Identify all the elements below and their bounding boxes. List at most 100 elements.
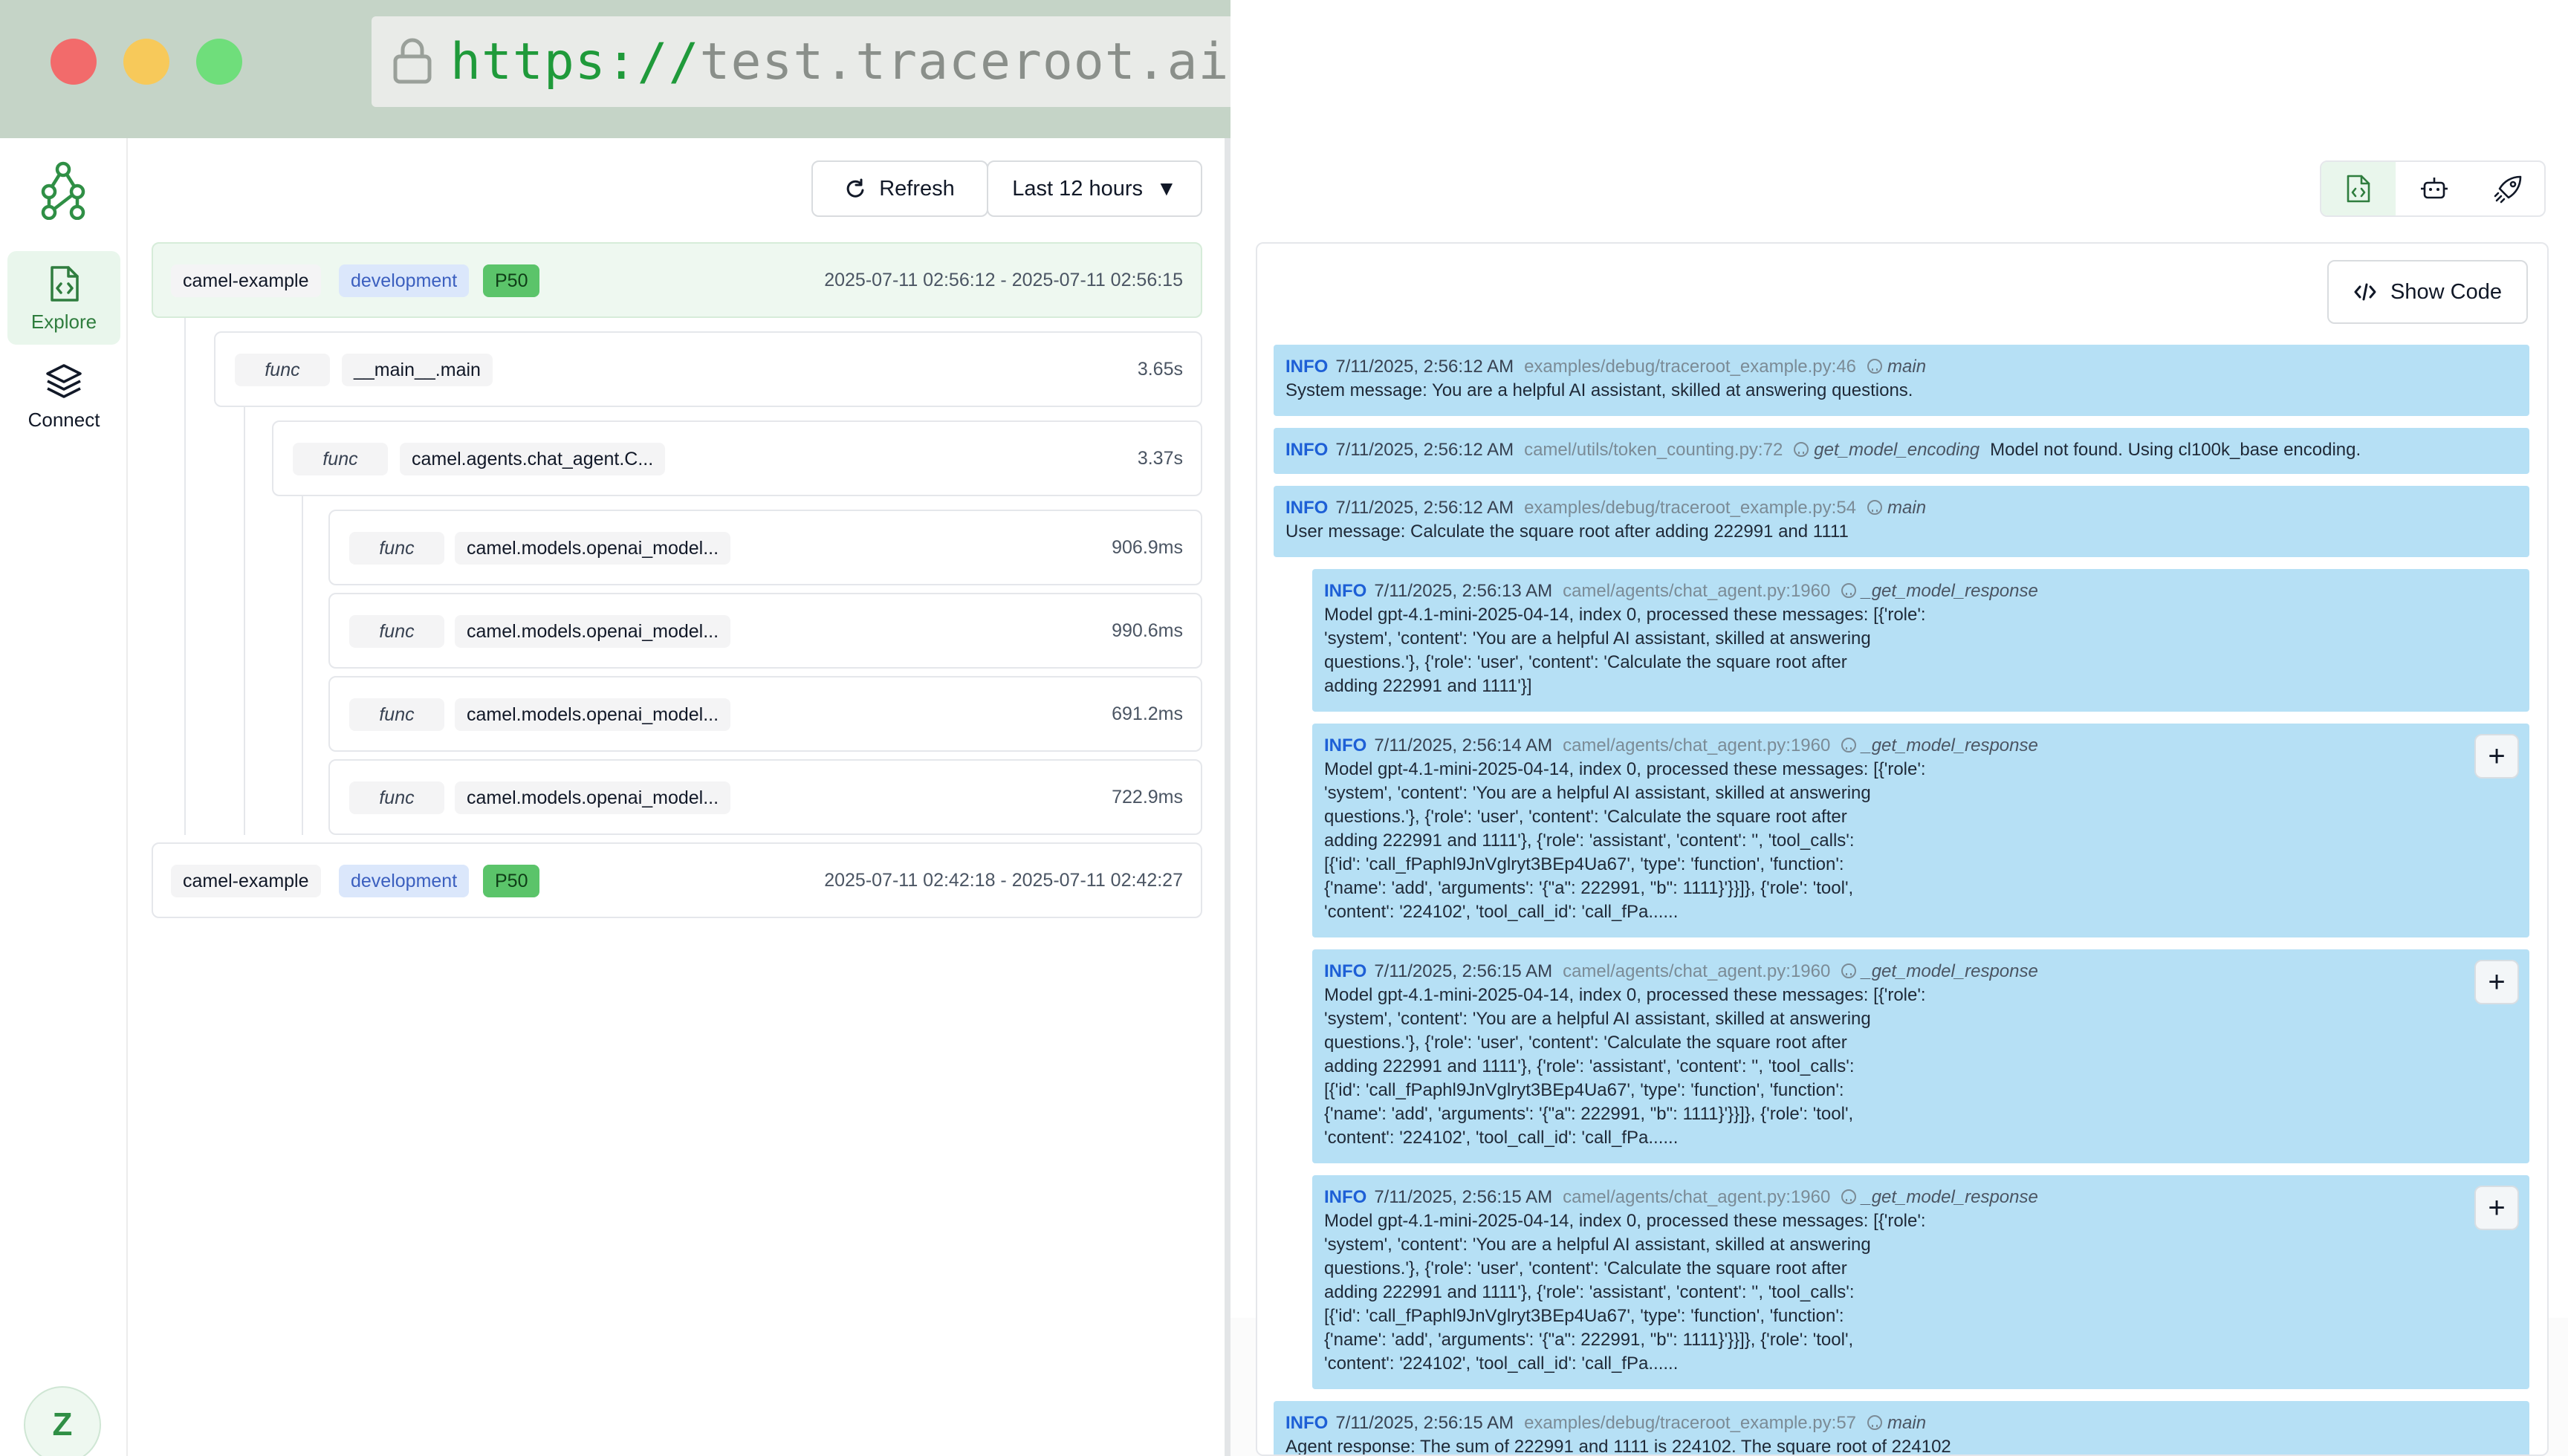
log-source-link[interactable]: camel/agents/chat_agent.py:1960 xyxy=(1563,735,1830,755)
service-tag: camel-example xyxy=(171,865,321,897)
span-name: camel.agents.chat_agent.C... xyxy=(400,443,666,475)
span-kind-tag: func xyxy=(349,615,444,648)
p50-badge: P50 xyxy=(483,264,540,297)
show-code-label: Show Code xyxy=(2390,279,2502,304)
lock-icon xyxy=(393,38,432,84)
log-source-link[interactable]: examples/debug/traceroot_example.py:54 xyxy=(1524,498,1856,518)
trace-row[interactable]: camel-example development P50 2025-07-11… xyxy=(152,242,1202,318)
log-message: Model gpt-4.1-mini-2025-04-14, index 0, … xyxy=(1324,759,1926,922)
log-level: INFO xyxy=(1285,357,1329,377)
log-entry[interactable]: INFO 7/11/2025, 2:56:15 AM examples/debug/… xyxy=(1274,1401,2529,1456)
view-mode-toolbar xyxy=(2320,160,2546,217)
minimize-window-button[interactable] xyxy=(123,39,169,85)
log-level: INFO xyxy=(1285,498,1329,518)
log-message: Model not found. Using cl100k_base encod… xyxy=(1990,440,2361,460)
github-icon[interactable] xyxy=(1867,1414,1883,1431)
span-kind-tag: func xyxy=(235,354,330,386)
log-level: INFO xyxy=(1285,1413,1329,1433)
span-duration: 3.65s xyxy=(1137,358,1183,380)
tab-logs-code[interactable] xyxy=(2321,162,2396,215)
trace-time-range: 2025-07-11 02:56:12 - 2025-07-11 02:56:1… xyxy=(824,269,1183,290)
span-kind-tag: func xyxy=(349,532,444,565)
span-kind-tag: func xyxy=(293,443,388,475)
log-entry[interactable]: INFO 7/11/2025, 2:56:15 AM camel/agents/ch… xyxy=(1312,1175,2529,1389)
file-code-icon xyxy=(2347,175,2370,203)
log-level: INFO xyxy=(1324,1187,1367,1207)
tab-agent[interactable] xyxy=(2397,162,2471,215)
github-icon[interactable] xyxy=(1867,358,1883,374)
log-source-link[interactable]: camel/agents/chat_agent.py:1960 xyxy=(1563,581,1830,601)
time-range-label: Last 12 hours xyxy=(1012,176,1143,201)
log-card: Show Code INFO 7/11/2025, 2:56:12 AM examp… xyxy=(1256,242,2549,1456)
log-entry[interactable]: INFO 7/11/2025, 2:56:12 AM examples/debug/… xyxy=(1274,345,2529,416)
log-entry[interactable]: INFO 7/11/2025, 2:56:12 AM examples/debug/… xyxy=(1274,486,2529,557)
log-timestamp: 7/11/2025, 2:56:13 AM xyxy=(1374,581,1553,601)
log-function: main xyxy=(1887,357,1927,377)
span-row[interactable]: func camel.models.openai_model... 722.9m… xyxy=(328,759,1202,835)
log-level: INFO xyxy=(1324,961,1367,981)
log-entry[interactable]: INFO 7/11/2025, 2:56:15 AM camel/agents/ch… xyxy=(1312,949,2529,1163)
log-timestamp: 7/11/2025, 2:56:15 AM xyxy=(1335,1413,1514,1433)
panel-resize-handle[interactable] xyxy=(1225,138,1230,1456)
log-timestamp: 7/11/2025, 2:56:12 AM xyxy=(1335,440,1514,460)
log-source-link[interactable]: examples/debug/traceroot_example.py:57 xyxy=(1524,1413,1856,1433)
github-icon[interactable] xyxy=(1841,963,1857,979)
log-timestamp: 7/11/2025, 2:56:15 AM xyxy=(1374,961,1553,981)
log-timestamp: 7/11/2025, 2:56:12 AM xyxy=(1335,498,1514,518)
span-kind-tag: func xyxy=(349,698,444,731)
log-entry[interactable]: INFO 7/11/2025, 2:56:14 AM camel/agents/ch… xyxy=(1312,724,2529,937)
environment-tag: development xyxy=(339,865,470,897)
log-timestamp: 7/11/2025, 2:56:12 AM xyxy=(1335,357,1514,377)
log-message: Agent response: The sum of 222991 and 11… xyxy=(1285,1437,1951,1456)
log-function: _get_model_response xyxy=(1861,581,2038,601)
log-level: INFO xyxy=(1285,440,1329,460)
expand-log-button[interactable]: + xyxy=(2474,1186,2519,1230)
log-message: User message: Calculate the square root … xyxy=(1285,521,1849,542)
expand-log-button[interactable]: + xyxy=(2474,734,2519,779)
log-source-link[interactable]: camel/utils/token_counting.py:72 xyxy=(1524,440,1783,460)
span-duration: 691.2ms xyxy=(1112,703,1183,724)
sidebar-item-explore[interactable]: Explore xyxy=(7,251,120,345)
traceroot-logo-icon xyxy=(41,161,85,220)
expand-log-button[interactable]: + xyxy=(2474,960,2519,1004)
log-source-link[interactable]: camel/agents/chat_agent.py:1960 xyxy=(1563,1187,1830,1207)
span-row[interactable]: func camel.models.openai_model... 990.6m… xyxy=(328,593,1202,669)
refresh-button[interactable]: Refresh xyxy=(811,160,988,217)
log-source-link[interactable]: camel/agents/chat_agent.py:1960 xyxy=(1563,961,1830,981)
tree-line xyxy=(184,318,186,835)
dropdown-triangle-icon: ▼ xyxy=(1156,177,1177,200)
github-icon[interactable] xyxy=(1841,582,1857,599)
span-row[interactable]: func __main__.main 3.65s xyxy=(214,331,1202,407)
close-window-button[interactable] xyxy=(51,39,97,85)
log-timestamp: 7/11/2025, 2:56:14 AM xyxy=(1374,735,1553,755)
span-row[interactable]: func camel.models.openai_model... 906.9m… xyxy=(328,510,1202,585)
maximize-window-button[interactable] xyxy=(196,39,242,85)
trace-time-range: 2025-07-11 02:42:18 - 2025-07-11 02:42:2… xyxy=(824,869,1183,891)
github-icon[interactable] xyxy=(1841,737,1857,753)
rocket-icon xyxy=(2494,175,2522,204)
tab-deploy[interactable] xyxy=(2471,162,2546,215)
github-icon[interactable] xyxy=(1793,441,1809,458)
avatar[interactable]: Z xyxy=(24,1386,101,1456)
log-entry[interactable]: INFO 7/11/2025, 2:56:12 AM camel/utils/tok… xyxy=(1274,428,2529,474)
github-icon[interactable] xyxy=(1841,1189,1857,1205)
span-name: camel.models.openai_model... xyxy=(455,532,731,565)
trace-row[interactable]: camel-example development P50 2025-07-11… xyxy=(152,842,1202,918)
span-name: camel.models.openai_model... xyxy=(455,615,731,648)
sidebar-item-connect[interactable]: Connect xyxy=(7,349,120,443)
span-name: camel.models.openai_model... xyxy=(455,698,731,731)
show-code-button[interactable]: Show Code xyxy=(2327,260,2528,324)
log-entry[interactable]: INFO 7/11/2025, 2:56:13 AM camel/agents/ch… xyxy=(1312,569,2529,712)
code-icon xyxy=(2354,283,2376,301)
github-icon[interactable] xyxy=(1867,499,1883,516)
sidebar: Explore Connect Z xyxy=(0,138,128,1456)
span-name: __main__.main xyxy=(342,354,493,386)
span-row[interactable]: func camel.models.openai_model... 691.2m… xyxy=(328,676,1202,752)
service-tag: camel-example xyxy=(171,264,321,297)
span-duration: 3.37s xyxy=(1137,447,1183,469)
span-row[interactable]: func camel.agents.chat_agent.C... 3.37s xyxy=(272,420,1202,496)
log-level: INFO xyxy=(1324,735,1367,755)
time-range-dropdown[interactable]: Last 12 hours ▼ xyxy=(987,160,1202,217)
log-source-link[interactable]: examples/debug/traceroot_example.py:46 xyxy=(1524,357,1856,377)
log-function: _get_model_response xyxy=(1861,961,2038,981)
